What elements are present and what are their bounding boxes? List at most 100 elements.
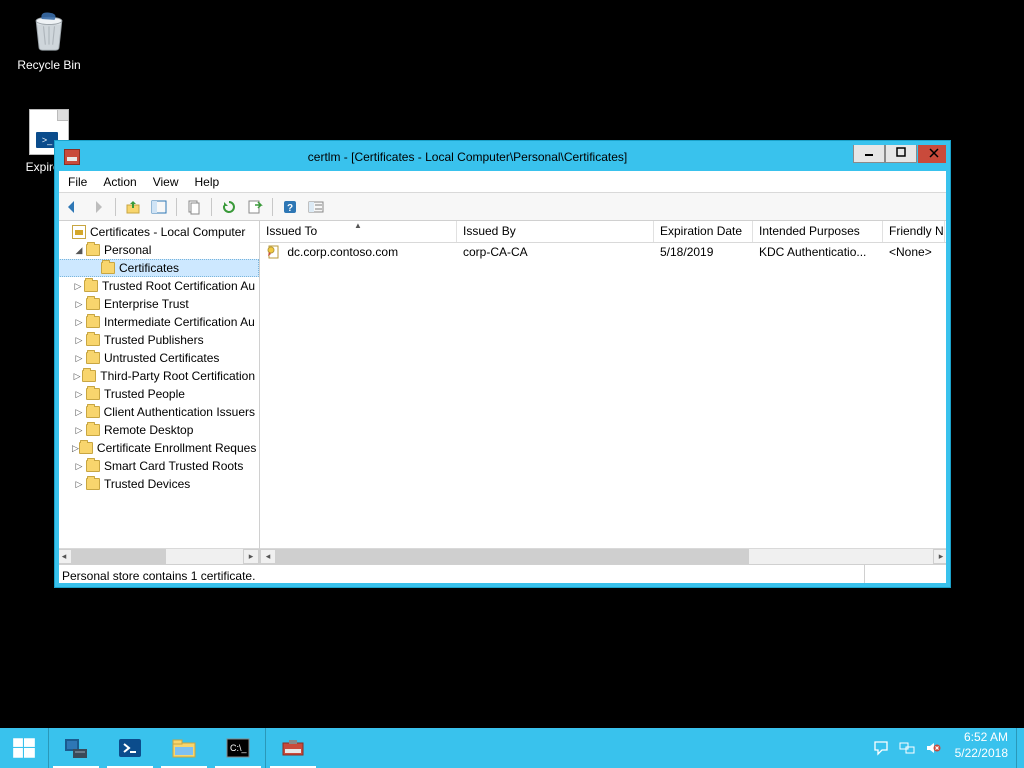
tree-root[interactable]: Certificates - Local Computer xyxy=(56,223,259,241)
list-horizontal-scrollbar[interactable]: ◂ ▸ xyxy=(260,548,949,564)
tree-node[interactable]: ▷Trusted People xyxy=(56,385,259,403)
menu-view[interactable]: View xyxy=(145,173,187,191)
tree-node[interactable]: ▷Trusted Devices xyxy=(56,475,259,493)
scroll-left-button[interactable]: ◂ xyxy=(260,549,276,564)
tree-horizontal-scrollbar[interactable]: ◂ ▸ xyxy=(56,548,259,564)
help-button[interactable]: ? xyxy=(278,196,302,218)
tree-node-label: Certificate Enrollment Reques xyxy=(97,441,256,455)
tree-node[interactable]: ▷ Untrusted Certificates xyxy=(56,349,259,367)
folder-icon xyxy=(101,262,115,274)
column-friendly[interactable]: Friendly N xyxy=(883,221,945,242)
nav-back-button[interactable] xyxy=(60,196,84,218)
volume-icon[interactable] xyxy=(925,740,941,756)
tree-personal[interactable]: ◢ Personal xyxy=(56,241,259,259)
close-button[interactable] xyxy=(917,142,949,163)
tree-personal-label: Personal xyxy=(104,243,151,257)
chevron-right-icon[interactable]: ▷ xyxy=(72,281,84,292)
tree-node[interactable]: ▷Smart Card Trusted Roots xyxy=(56,457,259,475)
nav-forward-button[interactable] xyxy=(86,196,110,218)
show-desktop-button[interactable] xyxy=(1016,728,1024,768)
tree-node[interactable]: ▷ Certificate Enrollment Reques xyxy=(56,439,259,457)
tree-node[interactable]: ▷ Client Authentication Issuers xyxy=(56,403,259,421)
menu-action[interactable]: Action xyxy=(95,173,144,191)
mmc-window: certlm - [Certificates - Local Computer\… xyxy=(55,141,950,587)
recycle-icon xyxy=(27,8,71,52)
task-file-explorer[interactable] xyxy=(157,728,211,768)
column-expiration[interactable]: Expiration Date xyxy=(654,221,753,242)
export-list-button[interactable] xyxy=(243,196,267,218)
scroll-right-button[interactable]: ▸ xyxy=(933,549,949,564)
tree-node-label: Third-Party Root Certification xyxy=(100,369,255,383)
cell-purposes: KDC Authenticatio... xyxy=(753,245,883,259)
chevron-right-icon[interactable]: ▷ xyxy=(72,443,79,454)
folder-icon xyxy=(82,370,96,382)
minimize-button[interactable] xyxy=(853,142,885,163)
toolbar: ? xyxy=(56,193,949,221)
folder-icon xyxy=(86,478,100,490)
show-hide-tree-button[interactable] xyxy=(147,196,171,218)
titlebar[interactable]: certlm - [Certificates - Local Computer\… xyxy=(56,142,949,171)
mmc-icon xyxy=(280,735,306,761)
chevron-right-icon[interactable]: ▷ xyxy=(72,461,86,472)
task-command-prompt[interactable]: C:\_ xyxy=(211,728,265,768)
export-button[interactable] xyxy=(182,196,206,218)
menu-file[interactable]: File xyxy=(60,173,95,191)
folder-icon xyxy=(86,316,100,328)
task-certlm[interactable] xyxy=(266,728,320,768)
certificate-row[interactable]: dc.corp.contoso.com corp-CA-CA 5/18/2019… xyxy=(260,243,949,261)
powershell-icon xyxy=(117,735,143,761)
scroll-right-button[interactable]: ▸ xyxy=(243,549,259,564)
maximize-button[interactable] xyxy=(885,142,917,163)
folder-icon xyxy=(84,280,98,292)
cell-friendly: <None> xyxy=(883,245,945,259)
tree-node[interactable]: ▷ Trusted Publishers xyxy=(56,331,259,349)
cert-store-icon xyxy=(72,225,86,239)
tree-certificates[interactable]: Certificates xyxy=(56,259,259,277)
column-purposes[interactable]: Intended Purposes xyxy=(753,221,883,242)
chevron-right-icon[interactable]: ▷ xyxy=(72,371,82,382)
tree-node-label: Trusted Publishers xyxy=(104,333,204,347)
chevron-right-icon[interactable]: ▷ xyxy=(72,407,86,418)
network-icon[interactable] xyxy=(899,740,915,756)
cell-issued-to: dc.corp.contoso.com xyxy=(287,245,398,259)
column-issued-by[interactable]: Issued By xyxy=(457,221,654,242)
tree-node[interactable]: ▷Intermediate Certification Au xyxy=(56,313,259,331)
tree-pane: Certificates - Local Computer ◢ Personal… xyxy=(56,221,260,564)
up-level-button[interactable] xyxy=(121,196,145,218)
scroll-thumb[interactable] xyxy=(72,549,166,564)
menu-help[interactable]: Help xyxy=(187,173,228,191)
cell-issued-by: corp-CA-CA xyxy=(457,245,654,259)
tree-node[interactable]: ▷Trusted Root Certification Au xyxy=(56,277,259,295)
scroll-left-button[interactable]: ◂ xyxy=(56,549,72,564)
system-tray xyxy=(867,728,947,768)
chevron-right-icon[interactable]: ▷ xyxy=(72,335,86,346)
scroll-thumb[interactable] xyxy=(276,549,749,564)
chevron-right-icon[interactable]: ▷ xyxy=(72,317,86,328)
column-issued-to[interactable]: Issued To▲ xyxy=(260,221,457,242)
chevron-down-icon[interactable]: ◢ xyxy=(72,245,86,256)
chevron-right-icon[interactable]: ▷ xyxy=(72,299,86,310)
tree-node-label: Untrusted Certificates xyxy=(104,351,219,365)
taskbar-clock[interactable]: 6:52 AM 5/22/2018 xyxy=(947,728,1016,768)
task-server-manager[interactable] xyxy=(49,728,103,768)
options-button[interactable] xyxy=(304,196,328,218)
refresh-button[interactable] xyxy=(217,196,241,218)
tree-node-label: Remote Desktop xyxy=(104,423,193,437)
chevron-right-icon[interactable]: ▷ xyxy=(72,425,86,436)
folder-icon xyxy=(86,244,100,256)
windows-logo-icon xyxy=(11,735,37,761)
menubar: File Action View Help xyxy=(56,171,949,193)
tree-node[interactable]: ▷ Third-Party Root Certification xyxy=(56,367,259,385)
chevron-right-icon[interactable]: ▷ xyxy=(72,353,86,364)
recycle-bin-icon[interactable]: Recycle Bin xyxy=(12,6,86,72)
action-center-icon[interactable] xyxy=(873,740,889,756)
tree-node-label: Client Authentication Issuers xyxy=(104,405,255,419)
chevron-right-icon[interactable]: ▷ xyxy=(72,389,86,400)
start-button[interactable] xyxy=(0,728,48,768)
status-pane-2 xyxy=(864,565,949,586)
tree-node[interactable]: ▷Enterprise Trust xyxy=(56,295,259,313)
chevron-right-icon[interactable]: ▷ xyxy=(72,479,86,490)
tree-node[interactable]: ▷ Remote Desktop xyxy=(56,421,259,439)
app-icon xyxy=(64,149,80,165)
task-powershell[interactable] xyxy=(103,728,157,768)
